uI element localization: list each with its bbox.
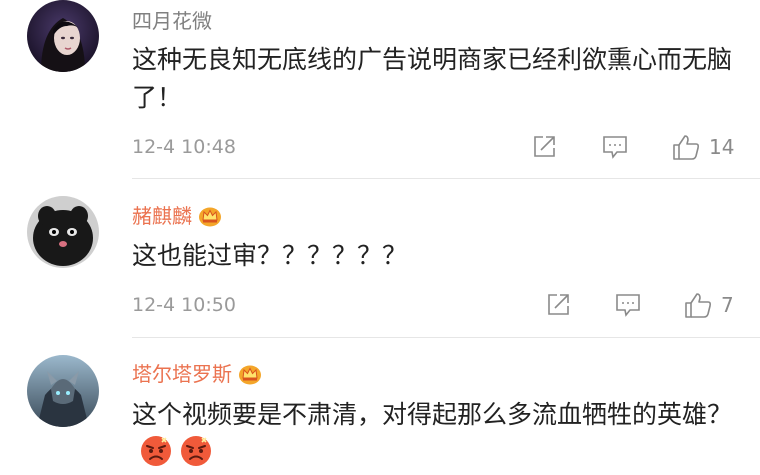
comment-text-content: 这个视频要是不肃清，对得起那么多流血牺牲的英雄？ [132,400,733,429]
angry-face-emoji [181,436,211,466]
angry-face-emoji [141,436,171,466]
comment-text: 这个视频要是不肃清，对得起那么多流血牺牲的英雄？ [132,396,752,472]
vip-crown-icon[interactable] [238,363,262,385]
avatar[interactable] [27,355,99,427]
comment-item: 塔尔塔罗斯 这个视频要是不肃清，对得起那么多流血牺牲的英雄？ [0,0,760,475]
username[interactable]: 塔尔塔罗斯 [132,361,262,387]
username-text[interactable]: 塔尔塔罗斯 [132,361,232,387]
